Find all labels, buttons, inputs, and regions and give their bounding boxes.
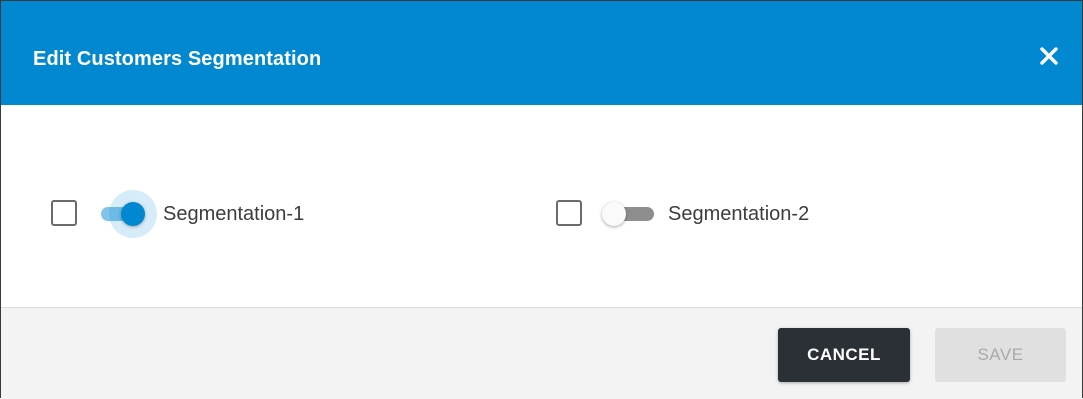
toggle-thumb xyxy=(121,202,145,226)
toggle-thumb xyxy=(602,202,626,226)
segment-1-toggle[interactable] xyxy=(97,190,159,238)
dialog-body: Segmentation-1 Segmentation-2 xyxy=(1,105,1082,307)
save-button[interactable]: SAVE xyxy=(935,328,1066,382)
segment-2-toggle[interactable] xyxy=(602,196,664,232)
segment-1-checkbox[interactable] xyxy=(51,200,77,226)
close-icon xyxy=(1040,47,1058,65)
segment-1-label: Segmentation-1 xyxy=(163,203,305,225)
dialog-footer: CANCEL SAVE xyxy=(1,307,1082,399)
dialog-title: Edit Customers Segmentation xyxy=(33,48,322,70)
dialog-header: Edit Customers Segmentation xyxy=(1,1,1082,105)
cancel-button[interactable]: CANCEL xyxy=(778,328,910,382)
segment-2-label: Segmentation-2 xyxy=(668,203,810,225)
edit-segmentation-dialog: Edit Customers Segmentation Segmentation… xyxy=(0,0,1083,399)
close-button[interactable] xyxy=(1034,41,1064,71)
segment-2-checkbox[interactable] xyxy=(556,200,582,226)
